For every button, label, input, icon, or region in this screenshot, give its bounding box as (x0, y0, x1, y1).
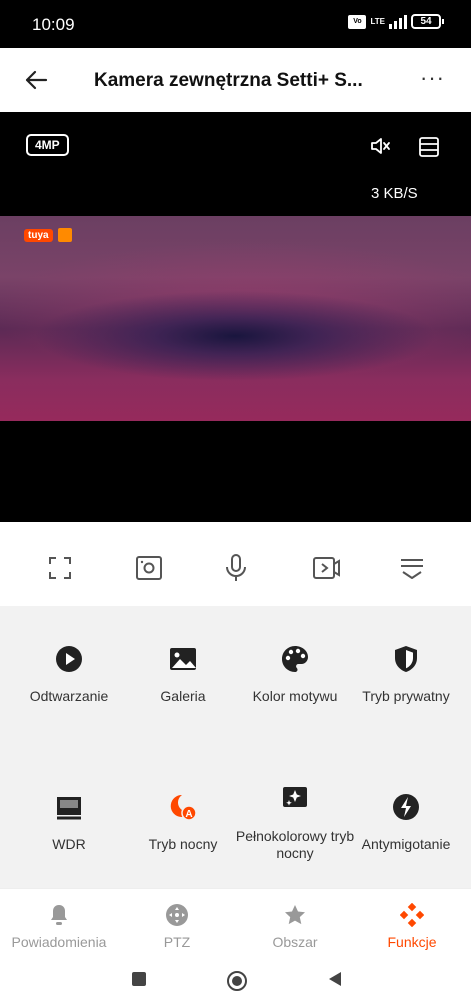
app-header: Kamera zewnętrzna Setti+ S... ··· (0, 48, 471, 112)
tab-label: Funkcje (387, 934, 437, 950)
camera-feed[interactable]: tuya (0, 216, 471, 421)
battery-icon: 54 (411, 14, 444, 29)
feature-label: Kolor motywu (252, 688, 338, 704)
feature-gallery[interactable]: Galeria (124, 644, 242, 705)
home-icon[interactable] (226, 970, 248, 992)
tab-label: Powiadomienia (11, 934, 107, 950)
feature-full-color-night[interactable]: Pełnokolorowy tryb nocny (232, 784, 358, 862)
feature-label: Galeria (160, 688, 206, 704)
gallery-icon (170, 648, 196, 670)
bell-icon (51, 905, 67, 925)
collapse-icon[interactable] (396, 552, 428, 584)
tab-label: PTZ (163, 934, 191, 950)
bitrate-label: 3 KB/S (371, 185, 418, 202)
back-arrow-icon[interactable] (22, 66, 50, 94)
wdr-icon (57, 797, 81, 820)
feature-label: Antymigotanie (361, 836, 451, 852)
tab-label: Obszar (272, 934, 318, 950)
signal-icon (389, 14, 407, 29)
feature-label: Odtwarzanie (29, 688, 109, 704)
video-controls (0, 522, 471, 606)
tuya-logo: tuya (24, 228, 72, 242)
tab-notifications[interactable]: Powiadomienia (0, 903, 118, 950)
ptz-icon (166, 904, 188, 926)
feature-anti-flicker[interactable]: Antymigotanie (347, 792, 465, 853)
feature-label: Pełnokolorowy tryb nocny (235, 828, 355, 861)
feature-label: WDR (52, 836, 86, 852)
record-icon[interactable] (310, 552, 342, 584)
anti-flicker-icon (393, 794, 419, 820)
feature-label: Tryb prywatny (362, 688, 450, 704)
tab-area[interactable]: Obszar (236, 903, 354, 950)
star-icon (285, 905, 305, 925)
microphone-icon[interactable] (220, 552, 252, 584)
privacy-shield-icon (395, 646, 417, 672)
more-icon[interactable]: ··· (420, 67, 445, 89)
network-type: LTE (370, 17, 385, 26)
back-nav-icon[interactable] (326, 970, 344, 988)
functions-icon (400, 903, 424, 927)
resolution-badge[interactable]: 4MP (26, 134, 69, 156)
feature-panel: Odtwarzanie Galeria Kolor motywu Tryb pr… (0, 606, 471, 888)
system-nav-bar (0, 964, 471, 996)
full-color-night-icon (283, 787, 307, 807)
feature-privacy-mode[interactable]: Tryb prywatny (347, 644, 465, 705)
tuya-logo-text: tuya (24, 228, 53, 242)
feature-night-mode[interactable]: A Tryb nocny (124, 792, 242, 853)
feature-label: Tryb nocny (148, 836, 218, 852)
page-title: Kamera zewnętrzna Setti+ S... (94, 70, 363, 91)
system-icons: Vo LTE 54 (348, 14, 444, 29)
night-mode-icon: A (170, 794, 197, 821)
bottom-tab-bar: Powiadomienia PTZ Obszar Funkcje (0, 888, 471, 964)
feature-wdr[interactable]: WDR (10, 792, 128, 853)
layout-icon[interactable] (418, 136, 440, 158)
video-player[interactable]: 4MP 3 KB/S tuya (0, 112, 471, 522)
recents-icon[interactable] (130, 970, 148, 988)
palette-icon (282, 646, 308, 672)
tab-functions[interactable]: Funkcje (353, 903, 471, 950)
fullscreen-icon[interactable] (44, 552, 76, 584)
screenshot-icon[interactable] (133, 552, 165, 584)
svg-text:A: A (185, 809, 192, 820)
play-icon (56, 646, 82, 672)
feature-playback[interactable]: Odtwarzanie (10, 644, 128, 705)
tab-ptz[interactable]: PTZ (118, 903, 236, 950)
mute-icon[interactable] (368, 134, 392, 158)
tuya-logo-badge (57, 228, 72, 242)
volte-icon: Vo (348, 14, 367, 29)
battery-level: 54 (420, 16, 432, 27)
status-bar: 10:09 Vo LTE 54 (0, 0, 471, 48)
feature-theme-color[interactable]: Kolor motywu (236, 644, 354, 705)
status-time: 10:09 (32, 15, 75, 34)
